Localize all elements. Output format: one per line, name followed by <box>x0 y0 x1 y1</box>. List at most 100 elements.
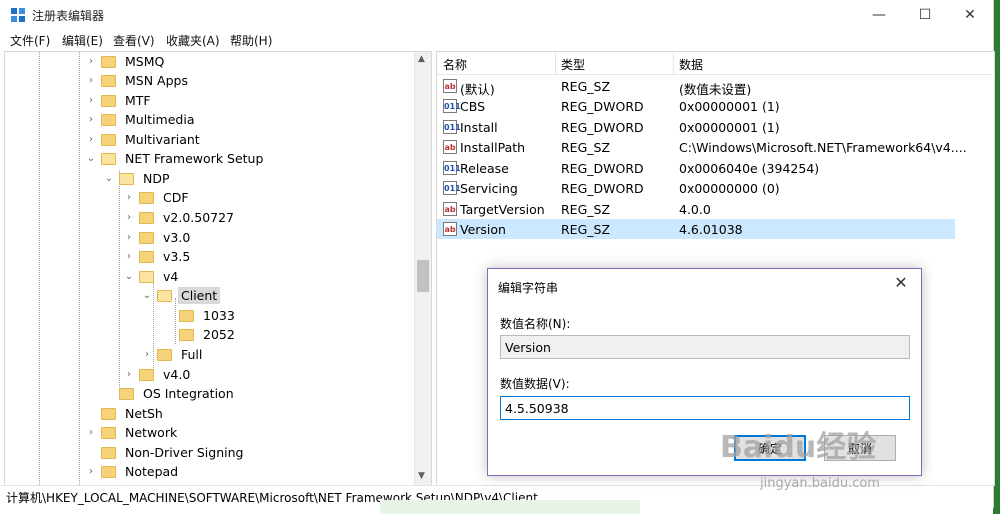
tree-item-mtf[interactable]: › MTF <box>85 91 154 110</box>
string-value-icon: ab <box>443 222 457 236</box>
tree-item-msmq[interactable]: › MSMQ <box>85 52 167 71</box>
value-row[interactable]: ab TargetVersion REG_SZ 4.0.0 <box>437 199 955 219</box>
chevron-right-icon[interactable]: › <box>123 251 135 262</box>
value-row[interactable]: 011 Install REG_DWORD 0x00000001 (1) <box>437 117 955 137</box>
tree-item-1033[interactable]: 1033 <box>163 306 238 325</box>
column-divider[interactable] <box>555 52 556 74</box>
value-row-selected[interactable]: ab Version REG_SZ 4.6.01038 <box>437 219 955 239</box>
tree-item-client[interactable]: ⌄ Client <box>141 286 221 305</box>
column-header-name[interactable]: 名称 <box>443 56 467 73</box>
menu-favorites[interactable]: 收藏夹(A) <box>166 32 220 49</box>
folder-icon <box>101 446 116 459</box>
chevron-right-icon[interactable]: › <box>85 75 97 86</box>
tree-item-ndp[interactable]: ⌄ NDP <box>103 169 173 188</box>
minimize-icon: — <box>872 7 886 23</box>
tree-item-netsh[interactable]: NetSh <box>85 404 166 423</box>
menu-view[interactable]: 查看(V) <box>113 32 155 49</box>
folder-icon <box>179 328 194 341</box>
string-value-icon: ab <box>443 79 457 93</box>
value-data-label: 数值数据(V): <box>500 377 570 391</box>
chevron-right-icon[interactable]: › <box>123 369 135 380</box>
chevron-down-icon[interactable]: ⌄ <box>85 153 97 164</box>
menu-help[interactable]: 帮助(H) <box>230 32 272 49</box>
tree-item-v3-0[interactable]: › v3.0 <box>123 228 193 247</box>
tree-item-non-driver-signing[interactable]: Non-Driver Signing <box>85 443 246 462</box>
close-button[interactable]: ✕ <box>947 0 993 30</box>
value-name-label: 数值名称(N): <box>500 317 571 331</box>
tree-item-multimedia[interactable]: › Multimedia <box>85 110 198 129</box>
value-row[interactable]: 011 Servicing REG_DWORD 0x00000000 (0) <box>437 178 955 198</box>
folder-open-icon <box>157 289 172 302</box>
maximize-button[interactable]: ☐ <box>902 0 948 30</box>
tree-item-cdf[interactable]: › CDF <box>123 188 192 207</box>
column-divider[interactable] <box>673 52 674 74</box>
chevron-down-icon[interactable]: ⌄ <box>141 290 153 301</box>
dialog-title: 编辑字符串 <box>498 281 559 295</box>
chevron-right-icon[interactable]: › <box>123 192 135 203</box>
folder-icon <box>101 113 116 126</box>
chevron-right-icon[interactable]: › <box>123 212 135 223</box>
tree-item-network[interactable]: › Network <box>85 423 180 442</box>
tree-scrollbar-thumb[interactable] <box>417 260 429 292</box>
folder-icon <box>139 191 154 204</box>
chevron-right-icon[interactable]: › <box>141 349 153 360</box>
tree-scrollbar[interactable]: ▲ ▼ <box>414 52 431 485</box>
binary-value-icon: 011 <box>443 181 461 195</box>
chevron-right-icon[interactable]: › <box>85 134 97 145</box>
folder-icon <box>101 407 116 420</box>
string-value-icon: ab <box>443 140 457 154</box>
chevron-down-icon[interactable]: ⌄ <box>123 271 135 282</box>
chevron-right-icon[interactable]: › <box>85 427 97 438</box>
folder-icon <box>179 309 194 322</box>
menu-bar: 文件(F) 编辑(E) 查看(V) 收藏夹(A) 帮助(H) <box>0 30 993 50</box>
minimize-button[interactable]: — <box>856 0 902 30</box>
folder-open-icon <box>139 270 154 283</box>
folder-icon <box>101 74 116 87</box>
tree-item-notepad[interactable]: › Notepad <box>85 462 181 481</box>
value-row[interactable]: 011 CBS REG_DWORD 0x00000001 (1) <box>437 96 955 116</box>
registry-key-tree[interactable]: › MSMQ › MSN Apps › MTF › Multimedia › Multiv… <box>4 51 432 486</box>
scroll-up-icon[interactable]: ▲ <box>418 54 425 64</box>
value-data-field[interactable] <box>500 396 910 420</box>
value-name-field[interactable] <box>500 335 910 359</box>
title-bar: 注册表编辑器 — ☐ ✕ <box>0 0 993 30</box>
value-row[interactable]: ab InstallPath REG_SZ C:\Windows\Microso… <box>437 137 967 157</box>
chevron-down-icon[interactable]: ⌄ <box>103 173 115 184</box>
chevron-right-icon[interactable]: › <box>85 114 97 125</box>
tree-item-msn-apps[interactable]: › MSN Apps <box>85 71 191 90</box>
folder-open-icon <box>119 172 134 185</box>
close-icon: ✕ <box>964 7 976 23</box>
tree-item-v3-5[interactable]: › v3.5 <box>123 247 193 266</box>
background-strip <box>380 500 640 514</box>
chevron-right-icon[interactable]: › <box>85 56 97 67</box>
chevron-right-icon[interactable]: › <box>123 232 135 243</box>
value-row[interactable]: 011 Release REG_DWORD 0x0006040e (394254… <box>437 158 955 178</box>
tree-item-os-integration[interactable]: OS Integration <box>103 384 237 403</box>
folder-icon <box>139 211 154 224</box>
tree-item-v2-0-50727[interactable]: › v2.0.50727 <box>123 208 237 227</box>
tree-guide-line <box>119 170 120 395</box>
menu-edit[interactable]: 编辑(E) <box>62 32 103 49</box>
tree-item-net-framework-setup[interactable]: ⌄ NET Framework Setup <box>85 149 266 168</box>
tree-item-full[interactable]: › Full <box>141 345 205 364</box>
scroll-down-icon[interactable]: ▼ <box>418 471 425 481</box>
binary-value-icon: 011 <box>443 99 461 113</box>
folder-icon <box>101 133 116 146</box>
chevron-right-icon[interactable]: › <box>85 466 97 477</box>
chevron-right-icon[interactable]: › <box>85 95 97 106</box>
tree-item-v4[interactable]: ⌄ v4 <box>123 267 181 286</box>
value-row[interactable]: ab (默认) REG_SZ (数值未设置) <box>437 76 955 97</box>
folder-icon <box>101 55 116 68</box>
baidu-watermark: Baidu经验 <box>720 430 877 465</box>
column-header-data[interactable]: 数据 <box>679 56 703 73</box>
folder-icon <box>139 250 154 263</box>
tree-item-2052[interactable]: 2052 <box>163 325 238 344</box>
menu-file[interactable]: 文件(F) <box>10 32 50 49</box>
tree-item-multivariant[interactable]: › Multivariant <box>85 130 203 149</box>
list-header: 名称 类型 数据 <box>437 52 993 75</box>
binary-value-icon: 011 <box>443 161 461 175</box>
tree-item-v4-0[interactable]: › v4.0 <box>123 365 193 384</box>
column-header-type[interactable]: 类型 <box>561 56 585 73</box>
dialog-close-icon[interactable]: ✕ <box>889 273 913 295</box>
folder-icon <box>157 348 172 361</box>
